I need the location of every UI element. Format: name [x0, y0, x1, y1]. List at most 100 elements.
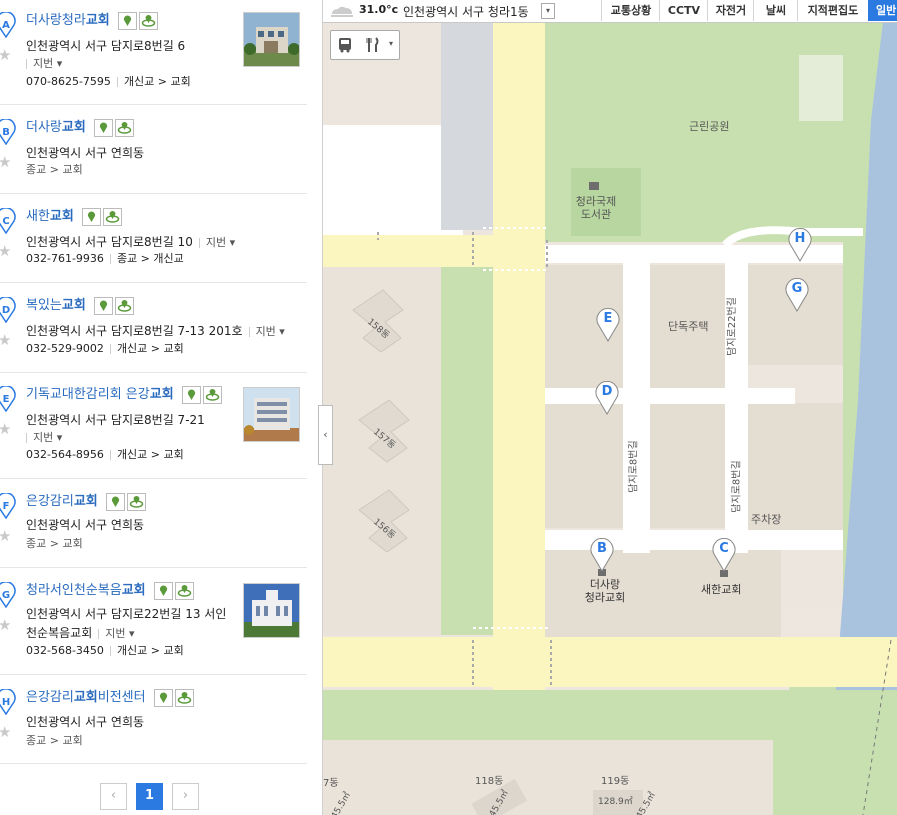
address: 인천광역시 서구 담지로8번길 7-21	[26, 413, 205, 427]
marker-letter: A	[2, 20, 10, 31]
route-icon[interactable]	[174, 582, 194, 600]
map-pin-icon[interactable]	[105, 493, 125, 511]
church-b-label[interactable]: 더사랑 청라교회	[581, 578, 629, 604]
traffic-button[interactable]: 교통상황	[601, 0, 660, 21]
normal-map-button[interactable]: 일반	[868, 0, 897, 21]
category: 개신교 > 교회	[123, 75, 191, 88]
favorite-star-icon[interactable]: ★	[0, 529, 11, 544]
route-icon[interactable]	[174, 689, 194, 707]
favorite-star-icon[interactable]: ★	[0, 618, 11, 633]
pin-letter: G	[791, 281, 803, 296]
favorite-star-icon[interactable]: ★	[0, 48, 11, 63]
route-icon[interactable]	[126, 493, 146, 511]
list-item[interactable]: E ★ 기독교대한감리회 은강교회 인천광역시 서구 담지로8번길 7-21 지…	[0, 386, 307, 479]
map-pin-icon[interactable]	[153, 582, 173, 600]
cadastral-map-button[interactable]: 지적편집도	[797, 0, 868, 21]
route-icon[interactable]	[202, 386, 222, 404]
svg-text:G: G	[2, 590, 10, 601]
list-item[interactable]: B ★ 더사랑교회 인천광역시 서구 연희동 종교 > 교회	[0, 119, 307, 194]
place-name[interactable]: 더사랑청라교회	[26, 12, 160, 30]
list-item[interactable]: F ★ 은강감리교회 인천광역시 서구 연희동 종교 > 교회	[0, 493, 307, 568]
place-name[interactable]: 새한교회	[26, 208, 124, 226]
map-pin-icon[interactable]	[81, 208, 101, 226]
map-pin-icon[interactable]	[117, 12, 137, 30]
svg-text:B: B	[2, 127, 10, 138]
location-dropdown-icon[interactable]: ▾	[541, 3, 555, 19]
place-photo[interactable]	[243, 583, 300, 638]
map-pin-icon[interactable]	[181, 386, 201, 404]
location-label[interactable]: 인천광역시 서구 청라1동	[403, 3, 529, 20]
place-name[interactable]: 더사랑교회	[26, 119, 136, 137]
route-icon[interactable]	[114, 119, 134, 137]
map-pin-g[interactable]: G	[784, 277, 810, 312]
road-label: 담지로8번길	[731, 460, 743, 513]
marker-c-icon: C	[0, 208, 16, 234]
svg-text:F: F	[3, 501, 10, 512]
tool-dropdown-icon[interactable]: ▾	[389, 39, 393, 48]
cctv-button[interactable]: CCTV	[659, 0, 708, 21]
map-pin-d[interactable]: D	[594, 380, 620, 415]
route-icon[interactable]	[102, 208, 122, 226]
next-page-button[interactable]: ›	[172, 783, 199, 810]
favorite-star-icon[interactable]: ★	[0, 244, 11, 259]
road-label: 담지로22번길	[726, 297, 738, 356]
place-photo[interactable]	[243, 387, 300, 442]
collapse-panel-button[interactable]: ‹	[318, 405, 333, 465]
jibun-toggle[interactable]: 지번 ▾	[206, 236, 235, 249]
jibun-toggle[interactable]: 지번 ▾	[256, 325, 285, 338]
map-pin-icon[interactable]	[153, 689, 173, 707]
category: 종교 > 교회	[26, 537, 83, 550]
map-top-bar: 31.0°c 인천광역시 서구 청라1동 ▾ 교통상황 CCTV 자전거 날씨 …	[323, 0, 897, 23]
bicycle-button[interactable]: 자전거	[707, 0, 754, 21]
list-item[interactable]: H ★ 은강감리교회비전센터 인천광역시 서구 연희동 종교 > 교회	[0, 689, 307, 764]
place-name[interactable]: 복있는교회	[26, 297, 136, 315]
list-item[interactable]: D ★ 복있는교회 인천광역시 서구 담지로8번길 7-13 201호지번 ▾ …	[0, 297, 307, 373]
jibun-toggle[interactable]: 지번 ▾	[26, 430, 62, 446]
marker-b-icon: B	[0, 119, 16, 145]
place-name[interactable]: 은강감리교회	[26, 493, 148, 511]
weather-button[interactable]: 날씨	[753, 0, 798, 21]
map-pin-e[interactable]: E	[595, 307, 621, 342]
map-pin-c[interactable]: C	[711, 537, 737, 572]
marker-g-icon: G	[0, 582, 16, 608]
list-item[interactable]: G ★ 청라서인천순복음교회 인천광역시 서구 담지로22번길 13 서인 천순…	[0, 582, 307, 675]
address: 인천광역시 서구 연희동	[26, 715, 145, 729]
svg-text:C: C	[2, 216, 9, 227]
svg-text:H: H	[2, 697, 10, 708]
route-icon[interactable]	[138, 12, 158, 30]
restaurant-icon[interactable]	[364, 36, 382, 57]
list-item[interactable]: C ★ 새한교회 인천광역시 서구 담지로8번길 10지번 ▾ 032-761-…	[0, 208, 307, 283]
marker-e-icon: E	[0, 386, 16, 412]
map-pin-icon[interactable]	[93, 119, 113, 137]
address: 인천광역시 서구 연희동	[26, 518, 145, 532]
list-item[interactable]: A ★ 더사랑청라교회 인천광역시 서구 담지로8번길 6 지번 ▾ 070-8…	[0, 12, 307, 105]
place-name[interactable]: 은강감리교회비전센터	[26, 689, 196, 707]
place-photo[interactable]	[243, 12, 300, 67]
name-text[interactable]: 더사랑청라	[26, 13, 86, 28]
favorite-star-icon[interactable]: ★	[0, 725, 11, 740]
weather-icon	[329, 4, 355, 18]
map-tool-box: ▾	[330, 30, 400, 60]
pin-letter: C	[719, 541, 729, 556]
map-pin-icon[interactable]	[93, 297, 113, 315]
church-c-label[interactable]: 새한교회	[701, 583, 741, 596]
map-view[interactable]: 근린공원 청라국제 도서관 단독주택 주차장 담지로22번길 담지로8번길 담지로…	[323, 0, 897, 815]
name-keyword[interactable]: 교회	[86, 13, 110, 28]
place-name[interactable]: 청라서인천순복음교회	[26, 582, 196, 600]
route-icon[interactable]	[114, 297, 134, 315]
map-pin-b[interactable]: B	[589, 537, 615, 572]
marker-a-icon: A	[0, 12, 16, 38]
bus-icon[interactable]	[336, 36, 354, 57]
address: 인천광역시 서구 담지로8번길 7-13 201호 지번 ▾	[26, 324, 285, 338]
favorite-star-icon[interactable]: ★	[0, 422, 11, 437]
favorite-star-icon[interactable]: ★	[0, 333, 11, 348]
favorite-star-icon[interactable]: ★	[0, 155, 11, 170]
place-name[interactable]: 기독교대한감리회 은강교회	[26, 386, 224, 404]
jibun-toggle[interactable]: 지번 ▾	[105, 627, 134, 640]
jibun-toggle[interactable]: 지번 ▾	[26, 56, 62, 72]
prev-page-button[interactable]: ‹	[100, 783, 127, 810]
map-pin-h[interactable]: H	[787, 227, 813, 262]
address: 인천광역시 서구 담지로22번길 13 서인	[26, 607, 227, 621]
park-label: 근린공원	[689, 120, 730, 133]
page-1-button[interactable]: 1	[136, 783, 163, 810]
